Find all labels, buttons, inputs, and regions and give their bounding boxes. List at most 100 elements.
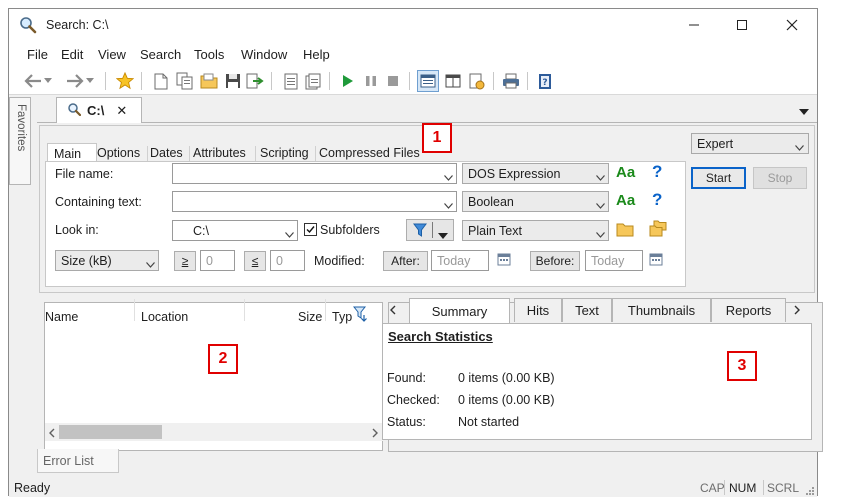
tab-scripting[interactable]: Scripting <box>260 146 309 160</box>
mode-select[interactable]: Expert <box>691 133 809 154</box>
play-icon[interactable] <box>337 71 357 91</box>
file-name-type-select[interactable]: DOS Expression <box>462 163 609 184</box>
document-settings-icon[interactable] <box>467 71 487 91</box>
minimize-button[interactable] <box>671 9 717 41</box>
tab-error-list[interactable]: Error List <box>37 449 119 473</box>
after-toggle[interactable]: After: <box>383 251 428 271</box>
after-date-input[interactable]: Today <box>431 250 489 271</box>
maximize-button[interactable] <box>719 9 765 41</box>
tab-options[interactable]: Options <box>97 146 140 160</box>
help-icon[interactable]: ? <box>652 190 662 210</box>
column-header-location[interactable]: Location <box>141 310 188 324</box>
tab-compressed-files[interactable]: Compressed Files <box>319 146 420 160</box>
menu-window[interactable]: Window <box>241 47 287 62</box>
chevron-down-icon[interactable] <box>444 170 453 184</box>
tab-close-icon[interactable]: ✕ <box>116 103 127 119</box>
pause-icon[interactable] <box>361 71 381 91</box>
tab-dates[interactable]: Dates <box>150 146 183 160</box>
column-divider[interactable] <box>244 299 245 321</box>
look-in-select[interactable]: C:\ <box>172 220 298 241</box>
forward-arrow-icon[interactable] <box>65 71 85 91</box>
size-min-toggle[interactable]: ≥ <box>174 251 196 271</box>
help-icon[interactable]: ? <box>652 162 662 182</box>
results-horizontal-scrollbar[interactable] <box>45 423 383 441</box>
export-document-icon[interactable] <box>245 71 265 91</box>
document-list-icon[interactable] <box>281 71 301 91</box>
tab-attributes[interactable]: Attributes <box>193 146 246 160</box>
tabs-scroll-left-icon[interactable] <box>390 304 396 318</box>
favorites-star-icon[interactable] <box>115 71 135 91</box>
tabs-scroll-right-icon[interactable] <box>794 304 800 318</box>
look-in-type-select[interactable]: Plain Text <box>462 220 609 241</box>
match-case-icon[interactable]: Aa <box>616 192 635 209</box>
document-copy-icon[interactable] <box>303 71 323 91</box>
close-button[interactable] <box>769 9 815 41</box>
scroll-left-icon[interactable] <box>49 427 55 441</box>
containing-text-type-select[interactable]: Boolean <box>462 191 609 212</box>
start-button[interactable]: Start <box>691 167 746 189</box>
preview-pane-icon[interactable] <box>443 71 463 91</box>
tab-search-c[interactable]: C:\ ✕ <box>56 97 142 123</box>
before-date-input[interactable]: Today <box>585 250 643 271</box>
menu-help[interactable]: Help <box>303 47 330 62</box>
chevron-down-icon[interactable] <box>146 257 155 271</box>
browse-folder-icon[interactable] <box>616 222 634 240</box>
forward-dropdown-icon[interactable] <box>85 71 95 91</box>
column-header-type[interactable]: Typ <box>332 310 352 324</box>
multiple-folders-icon[interactable] <box>649 220 667 240</box>
tab-hits[interactable]: Hits <box>514 298 562 322</box>
size-max-toggle[interactable]: ≤ <box>244 251 266 271</box>
chevron-down-icon[interactable] <box>596 170 605 184</box>
column-filter-icon[interactable] <box>352 306 369 325</box>
containing-text-input[interactable] <box>172 191 457 212</box>
tab-list-dropdown-icon[interactable] <box>799 105 809 119</box>
column-header-size[interactable]: Size <box>298 310 322 324</box>
resize-grip-icon[interactable] <box>805 485 815 499</box>
tab-summary[interactable]: Summary <box>409 298 510 323</box>
search-tab-icon <box>67 102 82 119</box>
scroll-thumb[interactable] <box>59 425 162 439</box>
print-icon[interactable] <box>501 71 521 91</box>
tab-reports[interactable]: Reports <box>711 298 786 322</box>
back-arrow-icon[interactable] <box>23 71 43 91</box>
chevron-down-icon[interactable] <box>795 140 804 154</box>
subfolders-checkbox[interactable] <box>304 223 317 236</box>
column-divider[interactable] <box>134 299 135 321</box>
tab-text[interactable]: Text <box>562 298 612 322</box>
help-book-icon[interactable]: ? <box>535 71 555 91</box>
filter-button[interactable] <box>406 219 454 241</box>
chevron-down-icon[interactable] <box>596 227 605 241</box>
document-tab-bar: C:\ ✕ <box>37 97 817 123</box>
open-folder-icon[interactable] <box>199 71 219 91</box>
chevron-down-icon[interactable] <box>596 198 605 212</box>
back-dropdown-icon[interactable] <box>43 71 53 91</box>
copy-document-icon[interactable] <box>175 71 195 91</box>
column-header-name[interactable]: Name <box>45 310 78 324</box>
menu-search[interactable]: Search <box>140 47 181 62</box>
size-min-input[interactable]: 0 <box>200 250 235 271</box>
menu-file[interactable]: File <box>27 47 48 62</box>
scroll-right-icon[interactable] <box>372 427 378 441</box>
column-divider[interactable] <box>325 299 326 321</box>
new-document-icon[interactable] <box>151 71 171 91</box>
tab-thumbnails[interactable]: Thumbnails <box>612 298 711 322</box>
size-max-input[interactable]: 0 <box>270 250 305 271</box>
favorites-side-tab[interactable]: Favorites <box>9 97 31 185</box>
stop-icon[interactable] <box>383 71 403 91</box>
size-unit-select[interactable]: Size (kB) <box>55 250 159 271</box>
menu-edit[interactable]: Edit <box>61 47 83 62</box>
chevron-down-icon[interactable] <box>444 198 453 212</box>
calendar-icon[interactable] <box>497 252 511 269</box>
file-name-input[interactable] <box>172 163 457 184</box>
chevron-down-icon[interactable] <box>285 227 294 241</box>
match-case-icon[interactable]: Aa <box>616 164 635 181</box>
scroll-lock-indicator: SCRL <box>767 481 800 495</box>
save-disk-icon[interactable] <box>223 71 243 91</box>
stop-button[interactable]: Stop <box>753 167 807 189</box>
layout-toggle-icon[interactable] <box>417 70 439 92</box>
menu-view[interactable]: View <box>98 47 126 62</box>
before-toggle[interactable]: Before: <box>530 251 580 271</box>
calendar-icon[interactable] <box>649 252 663 269</box>
filter-dropdown-icon[interactable] <box>438 228 448 242</box>
menu-tools[interactable]: Tools <box>194 47 224 62</box>
